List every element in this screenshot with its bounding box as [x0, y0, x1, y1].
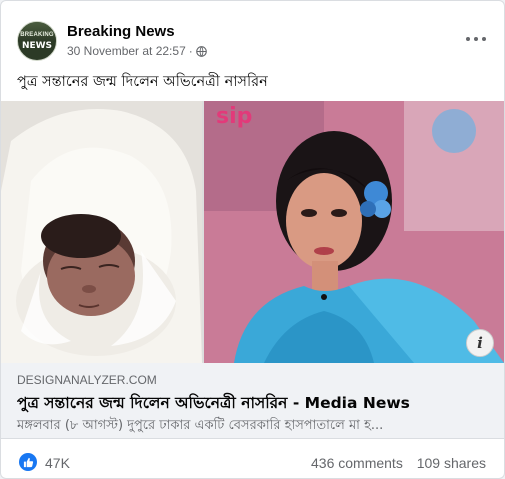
page-avatar[interactable]: BREAKING NEWS: [17, 21, 57, 61]
link-title[interactable]: পুত্র সন্তানের জন্ম দিলেন অভিনেত্রী নাসর…: [17, 391, 410, 417]
post-card: BREAKING NEWS Breaking News 30 November …: [0, 0, 505, 479]
link-description: মঙ্গলবার (৮ আগস্ট) দুপুরে ঢাকার একটি বেস…: [17, 418, 384, 433]
page-name-link[interactable]: Breaking News: [67, 23, 175, 40]
post-header: BREAKING NEWS Breaking News 30 November …: [1, 1, 504, 63]
svg-text:sip: sip: [216, 104, 252, 129]
post-meta: 30 November at 22:57 ·: [67, 44, 207, 58]
more-options-icon[interactable]: [466, 33, 486, 45]
actress-image[interactable]: sip: [204, 101, 504, 363]
comments-count[interactable]: 436 comments: [311, 455, 403, 471]
avatar-text-line1: BREAKING: [20, 32, 54, 38]
like-icon[interactable]: [19, 453, 37, 471]
globe-icon[interactable]: [195, 45, 207, 57]
link-preview[interactable]: DESIGNANALYZER.COM পুত্র সন্তানের জন্ম দ…: [1, 363, 504, 439]
post-text: পুত্র সন্তানের জন্ম দিলেন অভিনেত্রী নাসর…: [17, 74, 268, 90]
post-timestamp[interactable]: 30 November at 22:57: [67, 44, 186, 58]
newborn-baby-image[interactable]: [1, 101, 202, 363]
reaction-count[interactable]: 47K: [45, 455, 70, 471]
link-domain: DESIGNANALYZER.COM: [17, 373, 157, 387]
info-icon[interactable]: i: [466, 329, 494, 357]
post-media[interactable]: sip i: [1, 101, 504, 363]
meta-separator: ·: [188, 44, 193, 58]
avatar-text-line2: NEWS: [21, 41, 53, 51]
shares-count[interactable]: 109 shares: [417, 455, 486, 471]
post-stats: 47K 436 comments 109 shares: [1, 449, 504, 477]
